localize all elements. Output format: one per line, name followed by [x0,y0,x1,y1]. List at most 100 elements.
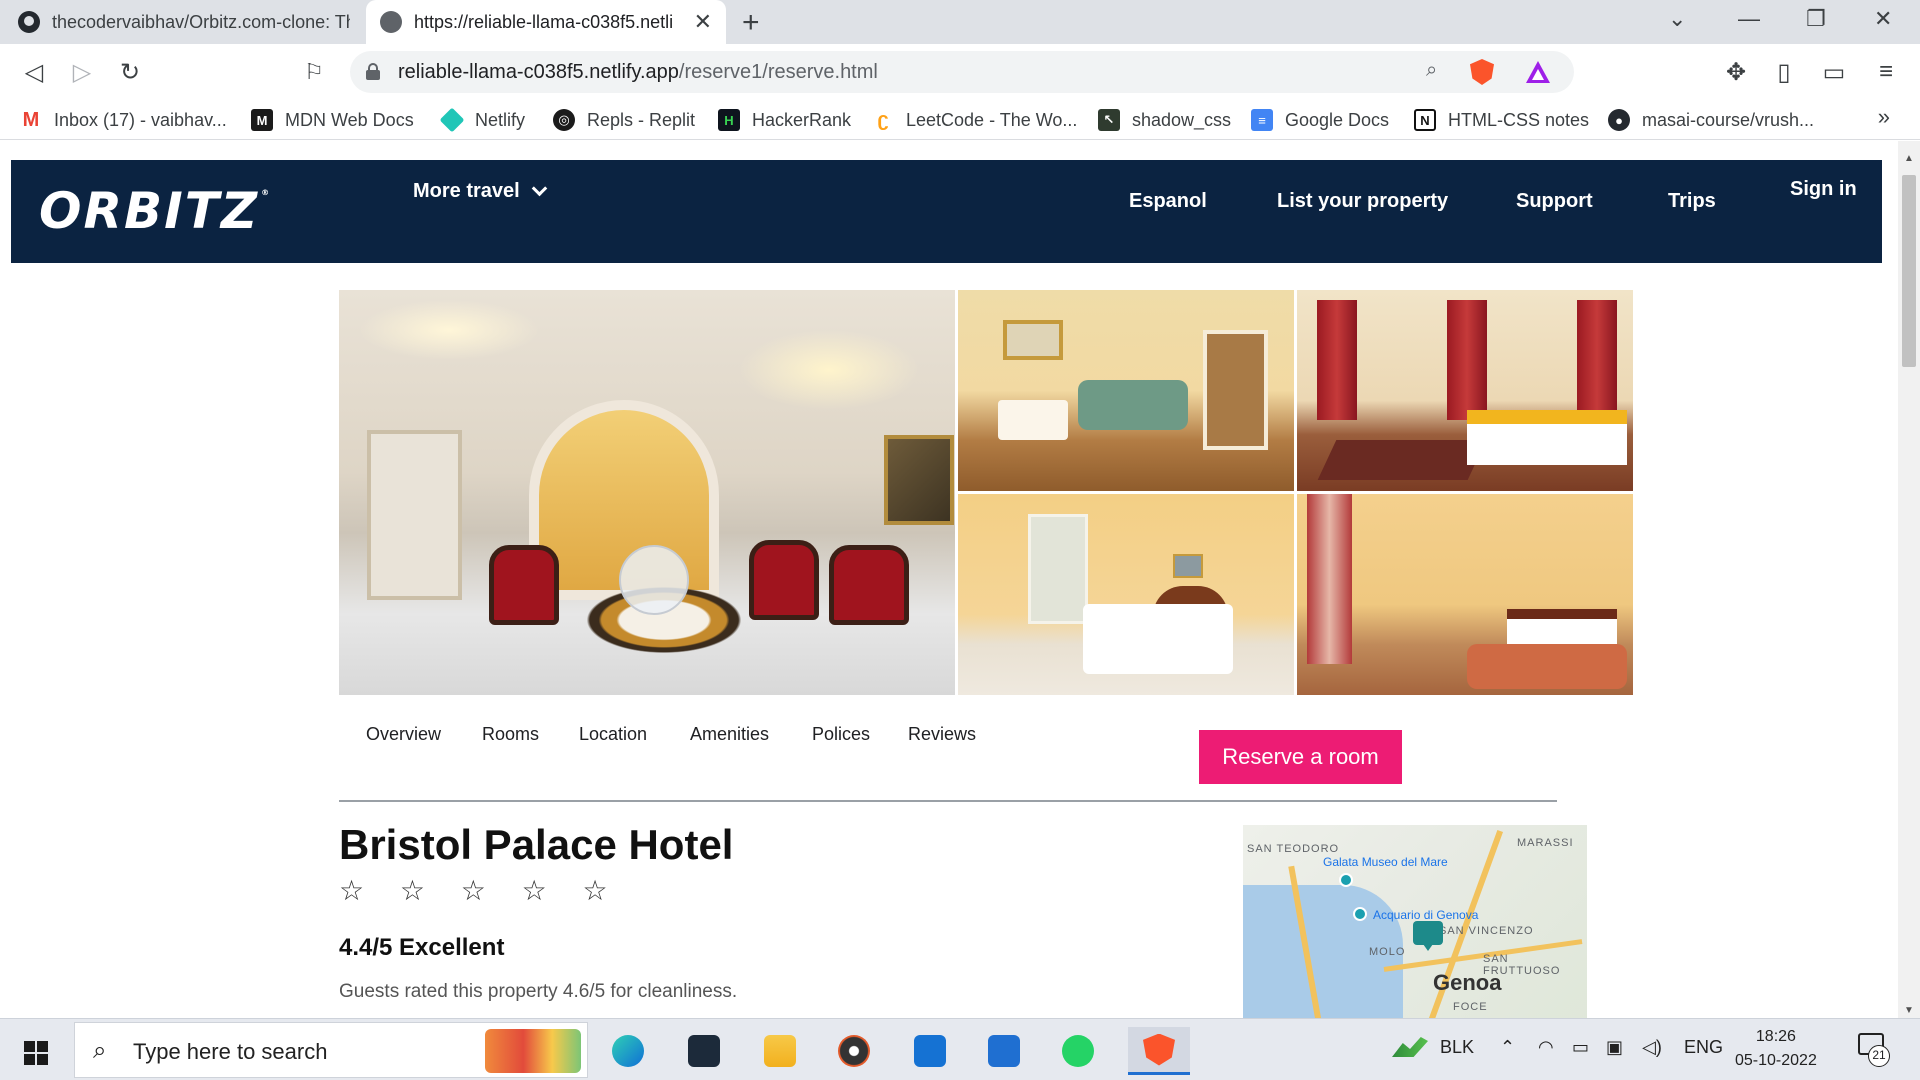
app-launcher[interactable] [980,1027,1028,1075]
rug [1317,440,1487,480]
bookmark-icon[interactable]: ⚐ [298,56,330,88]
tab-active[interactable]: https://reliable-llama-c038f5.netli ✕ [366,0,726,44]
tab-reviews[interactable]: Reviews [908,724,976,745]
file-explorer-app[interactable] [756,1027,804,1075]
zoom-icon[interactable]: ⌕ [1426,59,1437,82]
menu-icon[interactable]: ≡ [1870,56,1902,88]
hotel-name: Bristol Palace Hotel [339,821,734,868]
bookmark-gmail[interactable]: M Inbox (17) - vaibhav... [20,106,227,134]
wifi-icon[interactable]: ◠ [1538,1037,1554,1058]
nav-list-your-property[interactable]: List your property [1277,190,1448,213]
more-travel-menu[interactable]: More travel [413,180,547,203]
room-photo-2[interactable] [1297,290,1633,491]
tab-rooms[interactable]: Rooms [482,724,539,745]
map-label: Acquario di Genova [1373,908,1479,922]
url-text[interactable]: reliable-llama-c038f5.netlify.app/reserv… [398,61,878,84]
notification-center[interactable]: 21 [1858,1033,1890,1067]
bookmark-leetcode[interactable]: ʗ LeetCode - The Wo... [872,106,1077,134]
room-photo-3[interactable] [958,494,1294,695]
github-icon [18,11,40,33]
leetcode-icon: ʗ [872,109,894,131]
lobby-photo[interactable] [339,290,955,695]
url-path: /reserve1/reserve.html [678,61,878,83]
bookmark-label: HackerRank [752,109,852,130]
hotel-pin-icon[interactable] [1413,921,1443,951]
bookmark-google-docs[interactable]: ≡ Google Docs [1251,106,1389,134]
nav-support[interactable]: Support [1516,190,1593,213]
gold-mirror [1003,320,1063,360]
address-bar[interactable]: reliable-llama-c038f5.netlify.app/reserv… [350,51,1574,93]
url-host: reliable-llama-c038f5.netlify.app [398,61,679,83]
tab-github[interactable]: thecodervaibhav/Orbitz.com-clone: Th [4,0,364,44]
mail-app[interactable] [906,1027,954,1075]
clock[interactable]: 18:26 05-10-2022 [1735,1025,1817,1073]
tab-search-icon[interactable]: ⌄ [1668,6,1686,32]
battery-icon[interactable]: ▭ [1572,1037,1589,1058]
new-tab-button[interactable]: + [742,6,760,40]
language-indicator[interactable]: ENG [1684,1037,1723,1058]
room-photo-1[interactable] [958,290,1294,491]
restore-button[interactable]: ❐ [1806,6,1826,32]
hackerrank-icon: H [718,109,740,131]
taskbar-search[interactable]: ⌕ Type here to search [74,1022,588,1078]
minimize-button[interactable]: — [1738,6,1760,32]
room-photo-4[interactable] [1297,494,1633,695]
page-scrollbar[interactable]: ▲ ▼ [1898,141,1920,1018]
bookmark-html-css-notes[interactable]: N HTML-CSS notes [1414,106,1589,134]
replit-icon: ◎ [553,109,575,131]
rating-detail: Guests rated this property 4.6/5 for cle… [339,981,738,1002]
bookmark-shadow-css[interactable]: ↖ shadow_css [1098,106,1231,134]
wallet-icon[interactable]: ▭ [1818,56,1850,88]
window [1028,514,1088,624]
map-label: SAN VINCENZO [1439,925,1534,937]
windows-start-icon[interactable] [24,1041,48,1065]
room-door [1203,330,1268,450]
location-map[interactable]: SAN TEODORO MARASSI Galata Museo del Mar… [1243,825,1587,1018]
scroll-thumb[interactable] [1902,175,1916,367]
scroll-down-icon[interactable]: ▼ [1904,1005,1914,1016]
reserve-room-button[interactable]: Reserve a room [1199,730,1402,784]
back-icon[interactable]: ◁ [18,56,50,88]
bed [1467,410,1627,465]
brave-rewards-icon[interactable] [1526,61,1550,83]
mysql-app[interactable] [680,1027,728,1075]
bookmark-hackerrank[interactable]: H HackerRank [718,106,851,134]
display-icon[interactable]: ▣ [1606,1037,1623,1058]
brave-app[interactable] [1128,1027,1190,1075]
media-app[interactable] [830,1027,878,1075]
brave-shields-icon[interactable] [1470,59,1494,85]
bookmark-netlify[interactable]: Netlify [439,106,525,134]
volume-icon[interactable]: ◁) [1642,1037,1662,1058]
tab-overview[interactable]: Overview [366,724,441,745]
nav-trips[interactable]: Trips [1668,190,1716,213]
tab-amenities[interactable]: Amenities [690,724,769,745]
star-rating: ☆ ☆ ☆ ☆ ☆ [339,875,622,906]
orange-sofa [1467,644,1627,689]
edge-app[interactable] [604,1027,652,1075]
nav-sign-in[interactable]: Sign in [1790,178,1857,201]
tab-policies[interactable]: Polices [812,724,870,745]
tab-location[interactable]: Location [579,724,647,745]
nav-espanol[interactable]: Espanol [1129,190,1207,213]
section-divider [339,800,1557,802]
globe-icon [380,11,402,33]
bookmark-mdn[interactable]: M MDN Web Docs [251,106,414,134]
stock-ticker-label[interactable]: BLK [1440,1037,1474,1058]
forward-icon[interactable]: ▷ [66,56,98,88]
orbitz-logo[interactable]: ORBITZ ® [39,182,269,240]
stock-ticker-icon[interactable] [1392,1037,1428,1057]
scroll-up-icon[interactable]: ▲ [1904,153,1914,164]
bookmark-replit[interactable]: ◎ Repls - Replit [553,106,695,134]
bookmark-masai-course[interactable]: ● masai-course/vrush... [1608,106,1814,134]
close-tab-icon[interactable]: ✕ [694,9,712,35]
bookmarks-bar: M Inbox (17) - vaibhav... M MDN Web Docs N… [0,100,1920,140]
reload-icon[interactable]: ↻ [114,56,146,88]
whatsapp-app[interactable] [1054,1027,1102,1075]
extensions-icon[interactable]: ✥ [1720,56,1752,88]
bookmarks-overflow-icon[interactable]: » [1878,104,1890,130]
close-window-button[interactable]: ✕ [1874,6,1892,32]
bed [998,400,1068,440]
sidebar-icon[interactable]: ▯ [1768,56,1800,88]
show-hidden-icons[interactable]: ⌃ [1500,1037,1515,1058]
shadow-css-icon: ↖ [1098,109,1120,131]
